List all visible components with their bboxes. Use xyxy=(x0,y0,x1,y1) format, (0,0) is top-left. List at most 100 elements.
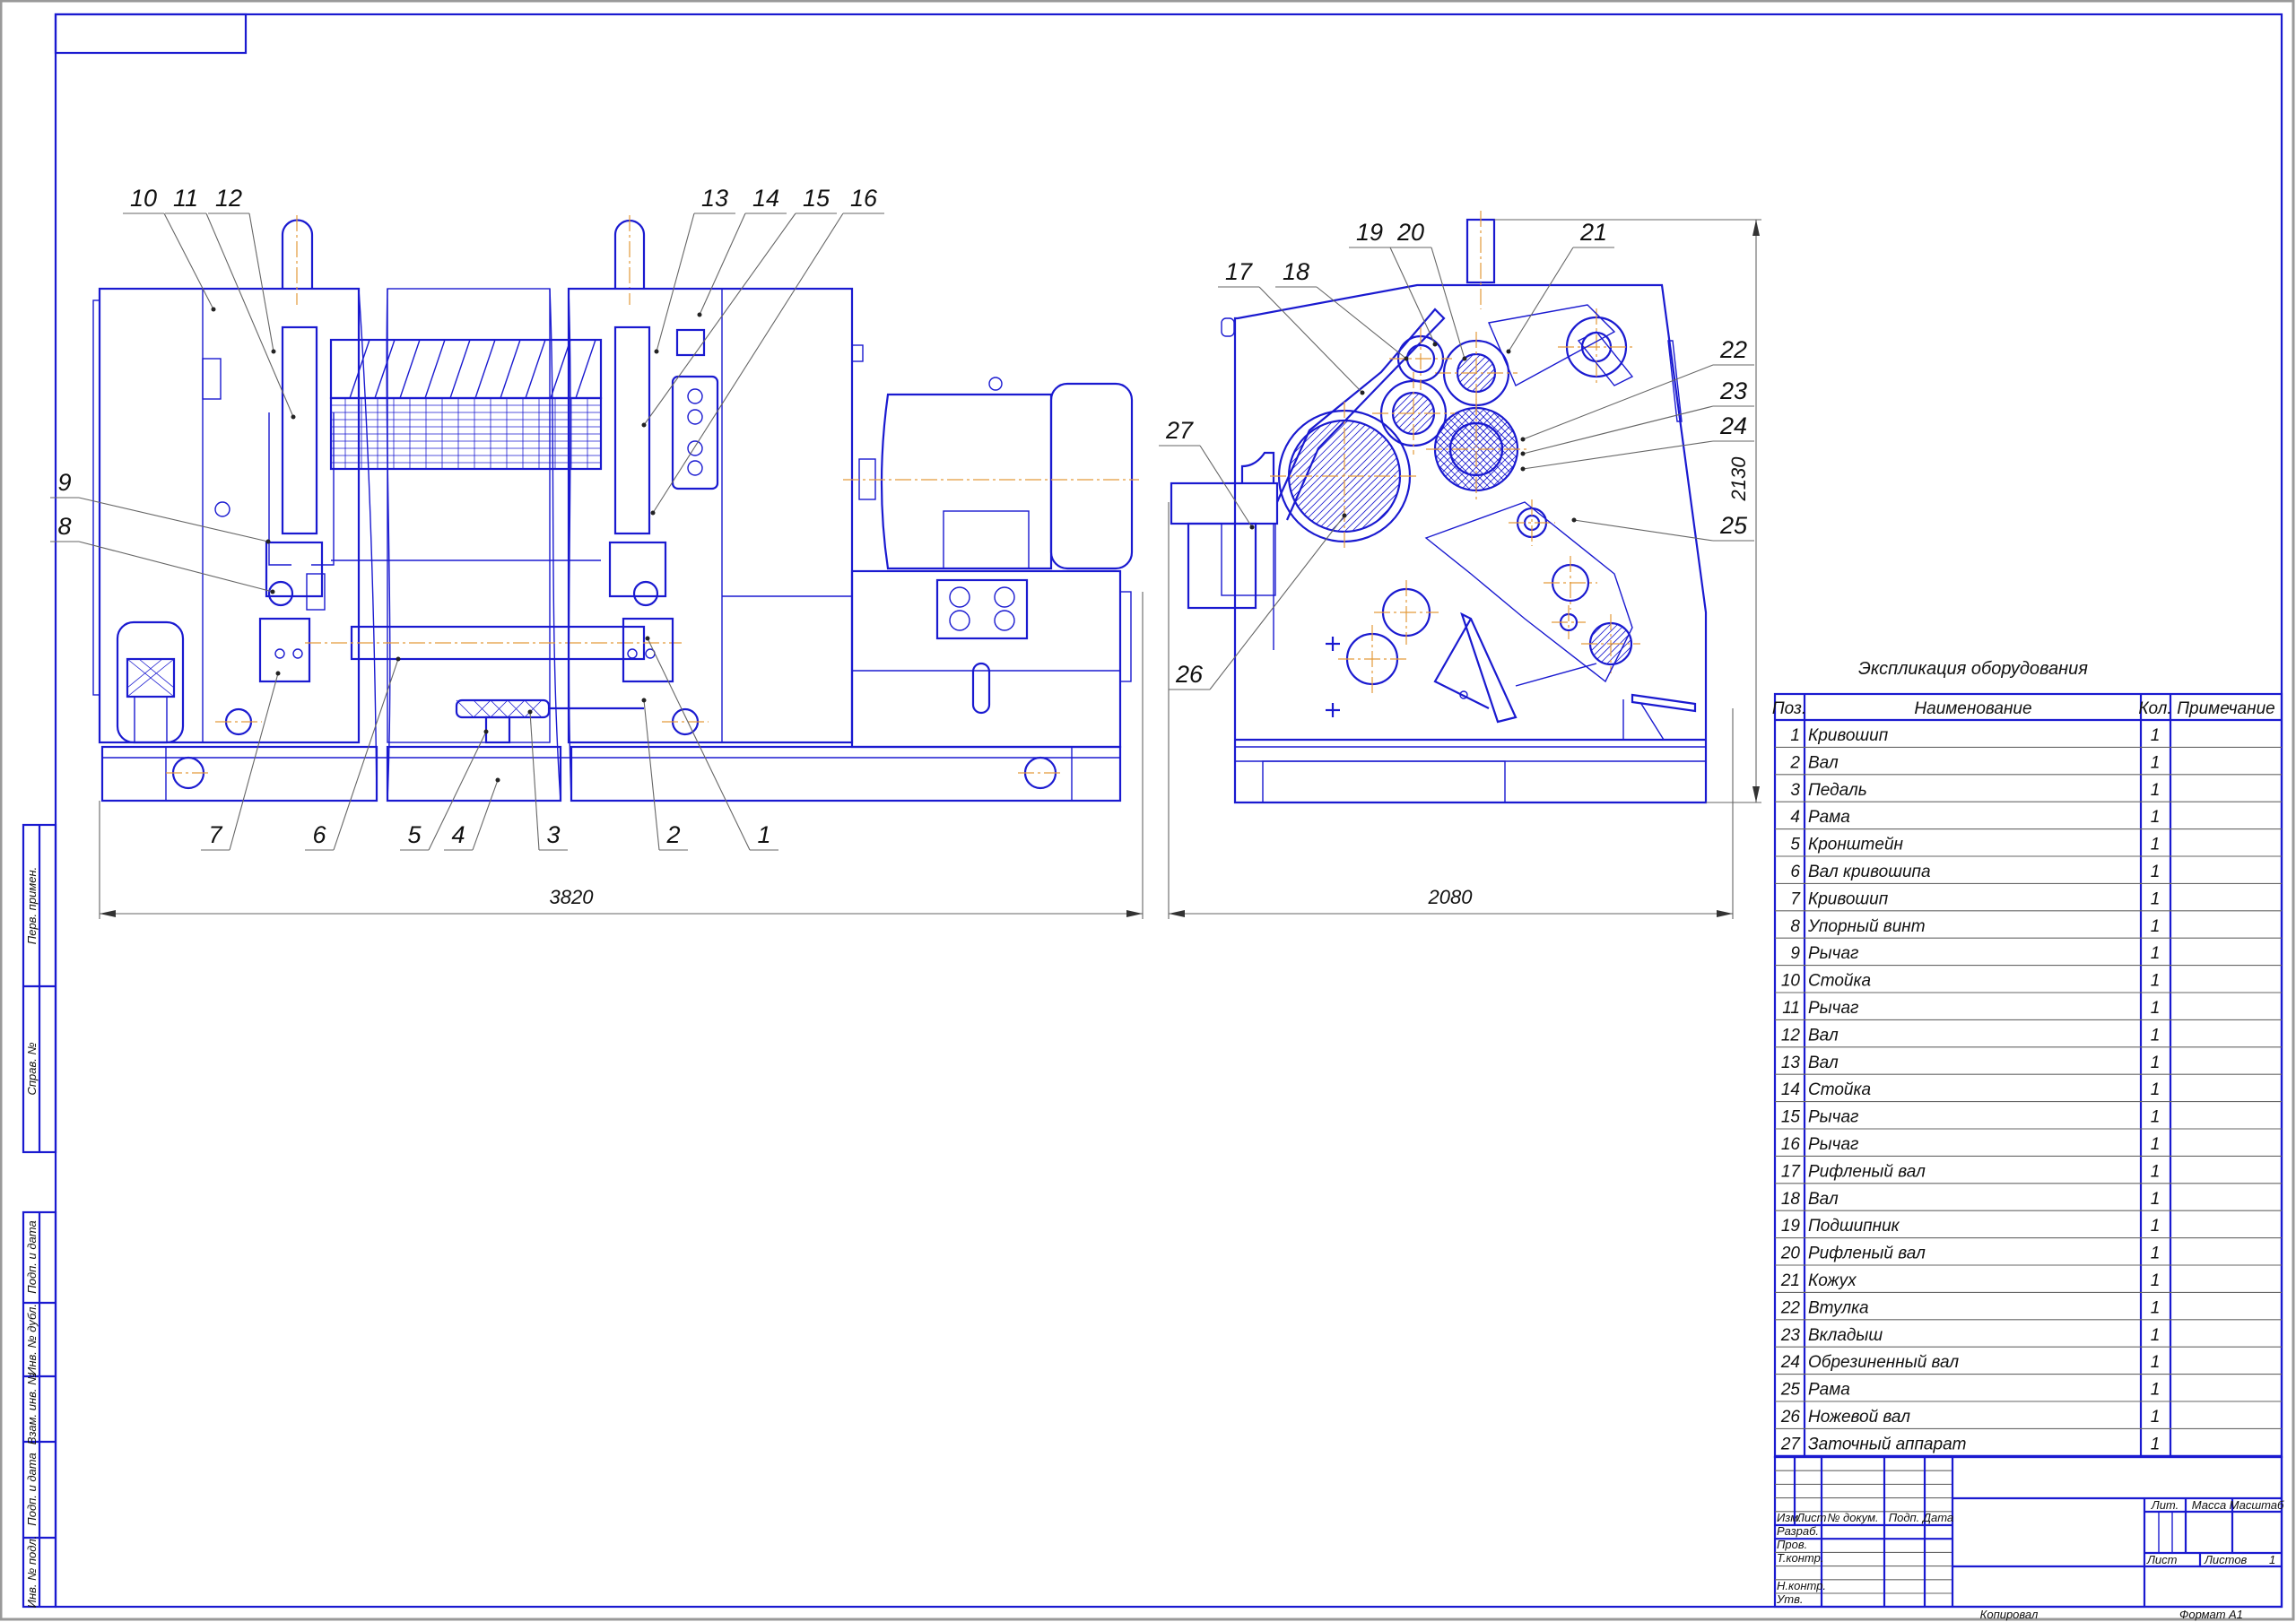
spec-row-pos: 26 xyxy=(1780,1408,1801,1427)
tb-format: A1 xyxy=(2228,1608,2243,1621)
spec-row-qty: 1 xyxy=(2151,836,2161,854)
lower-roll-b xyxy=(1509,499,1555,546)
left-housing xyxy=(92,287,361,744)
spec-row-name: Рама xyxy=(1808,1381,1850,1400)
sheet-border xyxy=(0,0,2295,1621)
spec-row: 19 Подшипник 1 xyxy=(1775,1217,2282,1239)
spec-row-qty: 1 xyxy=(2151,999,2161,1018)
spec-row-pos: 25 xyxy=(1780,1381,1801,1400)
tb-prov: Пров. xyxy=(1777,1538,1807,1551)
bearing-19 xyxy=(1389,327,1452,390)
spec-row-qty: 1 xyxy=(2151,753,2161,772)
spec-row-name: Рифленый вал xyxy=(1808,1245,1926,1263)
spec-row-name: Рычаг xyxy=(1808,1135,1858,1154)
balloon-label-9: 9 xyxy=(57,469,71,496)
balloon-2: 2 xyxy=(641,698,688,851)
spec-row-pos: 20 xyxy=(1780,1245,1801,1263)
spec-row-qty: 1 xyxy=(2151,1190,2161,1209)
tb-sign: Подп. xyxy=(1889,1511,1920,1524)
lower-roll-a xyxy=(1374,580,1439,645)
balloon-label-10: 10 xyxy=(130,185,157,212)
spec-row-name: Рычаг xyxy=(1808,1108,1858,1127)
spec-row-name: Подшипник xyxy=(1808,1217,1900,1236)
balloon-label-19: 19 xyxy=(1356,219,1383,246)
balloon-label-26: 26 xyxy=(1175,661,1204,688)
balloon-label-7: 7 xyxy=(208,821,222,848)
spec-row-name: Стойка xyxy=(1808,972,1871,991)
dimension-3820: 3820 xyxy=(550,886,595,908)
spec-row-qty: 1 xyxy=(2151,1054,2161,1072)
lower-roll-d xyxy=(1581,614,1640,673)
balloon-label-25: 25 xyxy=(1719,512,1748,539)
balloon-label-17: 17 xyxy=(1225,258,1253,285)
balloon-label-4: 4 xyxy=(451,821,465,848)
right-housing xyxy=(567,287,864,744)
spec-row-qty: 1 xyxy=(2151,1326,2161,1345)
spec-row-qty: 1 xyxy=(2151,917,2161,936)
tb-razrab: Разраб. xyxy=(1777,1524,1819,1538)
spec-row-qty: 1 xyxy=(2151,1408,2161,1427)
side-view: 2080 2130 17 18 19 20 21 22 23 24 25 26 27 xyxy=(1159,211,1761,919)
spec-row-name: Кривошип xyxy=(1808,889,1889,908)
header-qty: Кол. xyxy=(2138,699,2171,718)
stamp-podp-data-1: Подп. и дата xyxy=(25,1220,39,1293)
spec-table-title: Экспликация оборудования xyxy=(1858,659,2088,679)
balloon-label-18: 18 xyxy=(1283,258,1309,285)
spec-row-name: Вал кривошипа xyxy=(1808,863,1931,881)
spec-row: 14 Стойка 1 xyxy=(1775,1080,2282,1103)
spec-row: 26 Ножевой вал 1 xyxy=(1775,1408,2282,1429)
spec-row-pos: 17 xyxy=(1781,1162,1802,1181)
balloon-3: 3 xyxy=(527,709,568,851)
header-note: Примечание xyxy=(2177,699,2274,718)
stamp-perv-primen: Перв. примен. xyxy=(25,867,39,944)
stamp-podp-data-2: Подп. и дата xyxy=(25,1453,39,1525)
spec-row-qty: 1 xyxy=(2151,1135,2161,1154)
spec-row-name: Заточный аппарат xyxy=(1808,1435,1966,1453)
spec-row-name: Вал xyxy=(1808,1054,1839,1072)
spec-row-qty: 1 xyxy=(2151,1381,2161,1400)
stamp-vzam-inv: Взам. инв. № xyxy=(25,1373,39,1444)
balloon-label-1: 1 xyxy=(757,821,770,848)
dimension-2080: 2080 xyxy=(1428,886,1474,908)
spec-row-qty: 1 xyxy=(2151,808,2161,827)
spec-row: 22 Втулка 1 xyxy=(1775,1298,2282,1321)
spec-row-pos: 3 xyxy=(1790,781,1800,800)
spec-row-name: Вал xyxy=(1808,1026,1839,1045)
drawing-sheet: Перв. примен. Справ. № Подп. и дата Инв.… xyxy=(0,0,2295,1621)
balloon-20: 20 xyxy=(1390,219,1467,361)
spec-row-pos: 15 xyxy=(1781,1108,1801,1127)
spec-row: 18 Вал 1 xyxy=(1775,1190,2282,1211)
spec-row-qty: 1 xyxy=(2151,726,2161,745)
specification-table: Экспликация оборудования Поз. Наименован… xyxy=(1772,659,2283,1459)
spec-row-pos: 10 xyxy=(1781,972,1801,991)
spec-row-qty: 1 xyxy=(2151,1026,2161,1045)
spec-row-name: Стойка xyxy=(1808,1080,1871,1099)
balloon-label-8: 8 xyxy=(57,513,71,540)
balloon-label-21: 21 xyxy=(1579,219,1607,246)
spec-row-pos: 18 xyxy=(1781,1190,1801,1209)
spec-row-pos: 7 xyxy=(1790,889,1801,908)
spec-row: 12 Вал 1 xyxy=(1775,1026,2282,1048)
tb-nkontr: Н.контр. xyxy=(1777,1579,1826,1592)
balloon-label-20: 20 xyxy=(1396,219,1424,246)
tb-massa: Масса xyxy=(2192,1498,2226,1512)
side-frame xyxy=(1221,211,1708,804)
electric-motor xyxy=(843,377,1139,570)
stamp-sprav-no: Справ. № xyxy=(25,1042,39,1095)
spec-row: 13 Вал 1 xyxy=(1775,1054,2282,1075)
tb-doc-no: № докум. xyxy=(1827,1511,1878,1524)
spec-row-qty: 1 xyxy=(2151,889,2161,908)
sharpening-apparatus xyxy=(1170,451,1279,650)
spec-row-name: Ножевой вал xyxy=(1808,1408,1910,1427)
spec-row-name: Кожух xyxy=(1808,1271,1857,1290)
spec-row: 4 Рама 1 xyxy=(1775,808,2282,830)
balloon-label-15: 15 xyxy=(803,185,831,212)
header-name: Наименование xyxy=(1914,699,2031,718)
spec-row: 15 Рычаг 1 xyxy=(1775,1108,2282,1130)
spec-row: 23 Вкладыш 1 xyxy=(1775,1326,2282,1348)
balloon-15: 15 xyxy=(641,185,837,428)
tb-sheet: Лист xyxy=(2146,1553,2178,1566)
balloon-label-3: 3 xyxy=(546,821,560,848)
spec-row: 3 Педаль 1 xyxy=(1775,781,2282,802)
tb-list: Лист xyxy=(1796,1511,1827,1524)
